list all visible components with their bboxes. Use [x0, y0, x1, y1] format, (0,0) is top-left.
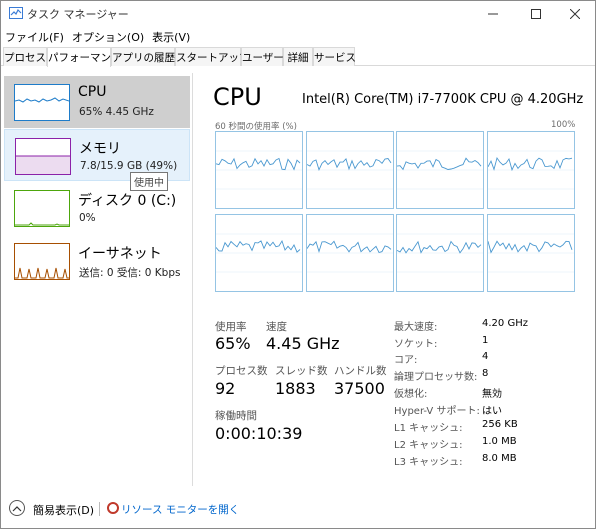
cpu-model: Intel(R) Core(TM) i7-7700K CPU @ 4.20GHz: [302, 92, 584, 107]
ethernet-thumbnail-line: [15, 267, 69, 279]
open-resource-monitor-link[interactable]: リソース モニターを開く: [121, 502, 239, 517]
maximize-icon: [531, 9, 541, 19]
footer-bar: 簡易表示(D) リソース モニターを開く: [1, 494, 595, 528]
processor-usage-line: [216, 150, 302, 190]
footer-divider: [99, 502, 100, 516]
spec-value: 8: [482, 368, 489, 379]
spec-value: 4.20 GHz: [482, 318, 528, 329]
cpu-thumbnail-line: [14, 97, 70, 103]
tab-performance[interactable]: パフォーマンス: [47, 47, 121, 67]
resource-name-disk: ディスク 0 (C:): [78, 193, 177, 209]
chevron-up-icon[interactable]: [9, 500, 25, 516]
processor-usage-line: [397, 150, 483, 190]
tab-processes[interactable]: プロセス: [3, 47, 47, 66]
logical-processor-graph: [396, 214, 484, 292]
close-icon: [570, 9, 580, 19]
spec-value: はい: [482, 406, 502, 417]
handles-label: ハンドル数: [334, 365, 387, 377]
resource-name-memory: メモリ: [79, 141, 121, 157]
memory-tooltip: 使用中: [130, 172, 168, 191]
processor-usage-line: [397, 233, 483, 273]
disk-thumbnail-graph: [14, 190, 70, 227]
resource-sub-memory: 7.8/15.9 GB (49%): [80, 160, 178, 172]
processes-value: 92: [215, 379, 236, 398]
spec-label: ソケット:: [394, 339, 438, 350]
tab-details[interactable]: 詳細: [283, 47, 313, 66]
processor-usage-line: [487, 233, 574, 273]
processor-usage-line: [216, 233, 302, 273]
menu-view[interactable]: 表示(V): [148, 27, 194, 45]
handles-value: 37500: [334, 379, 385, 398]
tab-users[interactable]: ユーザー: [241, 47, 284, 66]
maximize-button[interactable]: [514, 1, 558, 27]
spec-label: L3 キャッシュ:: [394, 457, 463, 468]
detail-title: CPU: [213, 83, 262, 111]
spec-value: 1: [482, 335, 489, 346]
resource-list: CPU 65% 4.45 GHz メモリ 7.8/15.9 GB (49%) デ…: [3, 73, 193, 486]
minimize-button[interactable]: [471, 1, 515, 27]
ethernet-thumbnail-graph: [14, 243, 70, 280]
logical-processor-graph: [486, 131, 575, 209]
spec-value: 4: [482, 351, 489, 362]
spec-value: 8.0 MB: [482, 453, 517, 464]
spec-label: 論理プロセッサ数:: [394, 372, 478, 383]
resource-name-ethernet: イーサネット: [78, 246, 162, 262]
logical-processor-graph: [305, 214, 394, 292]
title-bar: タスク マネージャー: [1, 1, 595, 27]
processor-usage-line: [306, 233, 393, 273]
task-manager-window: タスク マネージャー ファイル(F) オプション(O) 表示(V) プロセス パ…: [0, 0, 596, 529]
logical-processor-graph: [215, 214, 303, 292]
spec-label: 仮想化:: [394, 389, 428, 400]
window-title: タスク マネージャー: [27, 8, 129, 21]
logical-processor-graph: [486, 214, 575, 292]
menu-options[interactable]: オプション(O): [68, 27, 148, 45]
resource-sub-disk: 0%: [79, 212, 96, 224]
utilization-value: 65%: [215, 334, 251, 353]
menu-file[interactable]: ファイル(F): [1, 27, 68, 45]
logical-processor-graphs: [215, 131, 575, 293]
spec-label: Hyper-V サポート:: [394, 406, 480, 417]
tab-services[interactable]: サービス: [313, 47, 356, 66]
processor-usage-line: [487, 150, 574, 190]
spec-label: L2 キャッシュ:: [394, 440, 463, 451]
menu-bar: ファイル(F) オプション(O) 表示(V): [1, 27, 194, 45]
threads-value: 1883: [275, 379, 316, 398]
speed-value: 4.45 GHz: [266, 334, 340, 353]
logical-processor-graph: [305, 131, 394, 209]
resource-monitor-icon: [107, 502, 119, 514]
logical-processor-graph: [215, 131, 303, 209]
chevron-up-glyph: [12, 506, 22, 512]
spec-label: L1 キャッシュ:: [394, 423, 463, 434]
tab-bar: プロセス パフォーマンス アプリの履歴 スタートアップ ユーザー 詳細 サービス: [1, 47, 595, 67]
memory-thumbnail-graph: [15, 138, 71, 175]
spec-value: 256 KB: [482, 419, 518, 430]
resource-item-ethernet[interactable]: イーサネット 送信: 0 受信: 0 Kbps: [4, 235, 190, 287]
speed-label: 速度: [266, 321, 287, 333]
resource-sub-cpu: 65% 4.45 GHz: [79, 106, 154, 118]
cpu-thumbnail-graph: [14, 84, 70, 121]
spec-value: 1.0 MB: [482, 436, 517, 447]
minimize-icon: [488, 13, 498, 15]
disk-thumbnail-line: [15, 222, 69, 226]
tab-startup[interactable]: スタートアップ: [175, 47, 250, 66]
uptime-value: 0:00:10:39: [215, 424, 303, 443]
resource-name-cpu: CPU: [78, 84, 107, 100]
fewer-details-button[interactable]: 簡易表示(D): [33, 502, 94, 518]
close-button[interactable]: [553, 1, 596, 27]
resource-item-cpu[interactable]: CPU 65% 4.45 GHz: [4, 76, 190, 128]
threads-label: スレッド数: [275, 365, 328, 377]
spec-label: 最大速度:: [394, 322, 438, 333]
memory-thumbnail-fill: [16, 155, 70, 174]
resource-sub-ethernet: 送信: 0 受信: 0 Kbps: [79, 267, 181, 279]
graph-max-label: 100%: [551, 120, 576, 130]
task-manager-app-icon: [9, 7, 23, 19]
logical-processor-graph: [396, 131, 484, 209]
tab-app-history[interactable]: アプリの履歴: [111, 47, 175, 66]
processor-usage-line: [306, 150, 393, 190]
spec-label: コア:: [394, 355, 418, 366]
processes-label: プロセス数: [215, 365, 268, 377]
utilization-label: 使用率: [215, 321, 247, 333]
spec-value: 無効: [482, 389, 502, 400]
uptime-label: 稼働時間: [215, 410, 257, 422]
